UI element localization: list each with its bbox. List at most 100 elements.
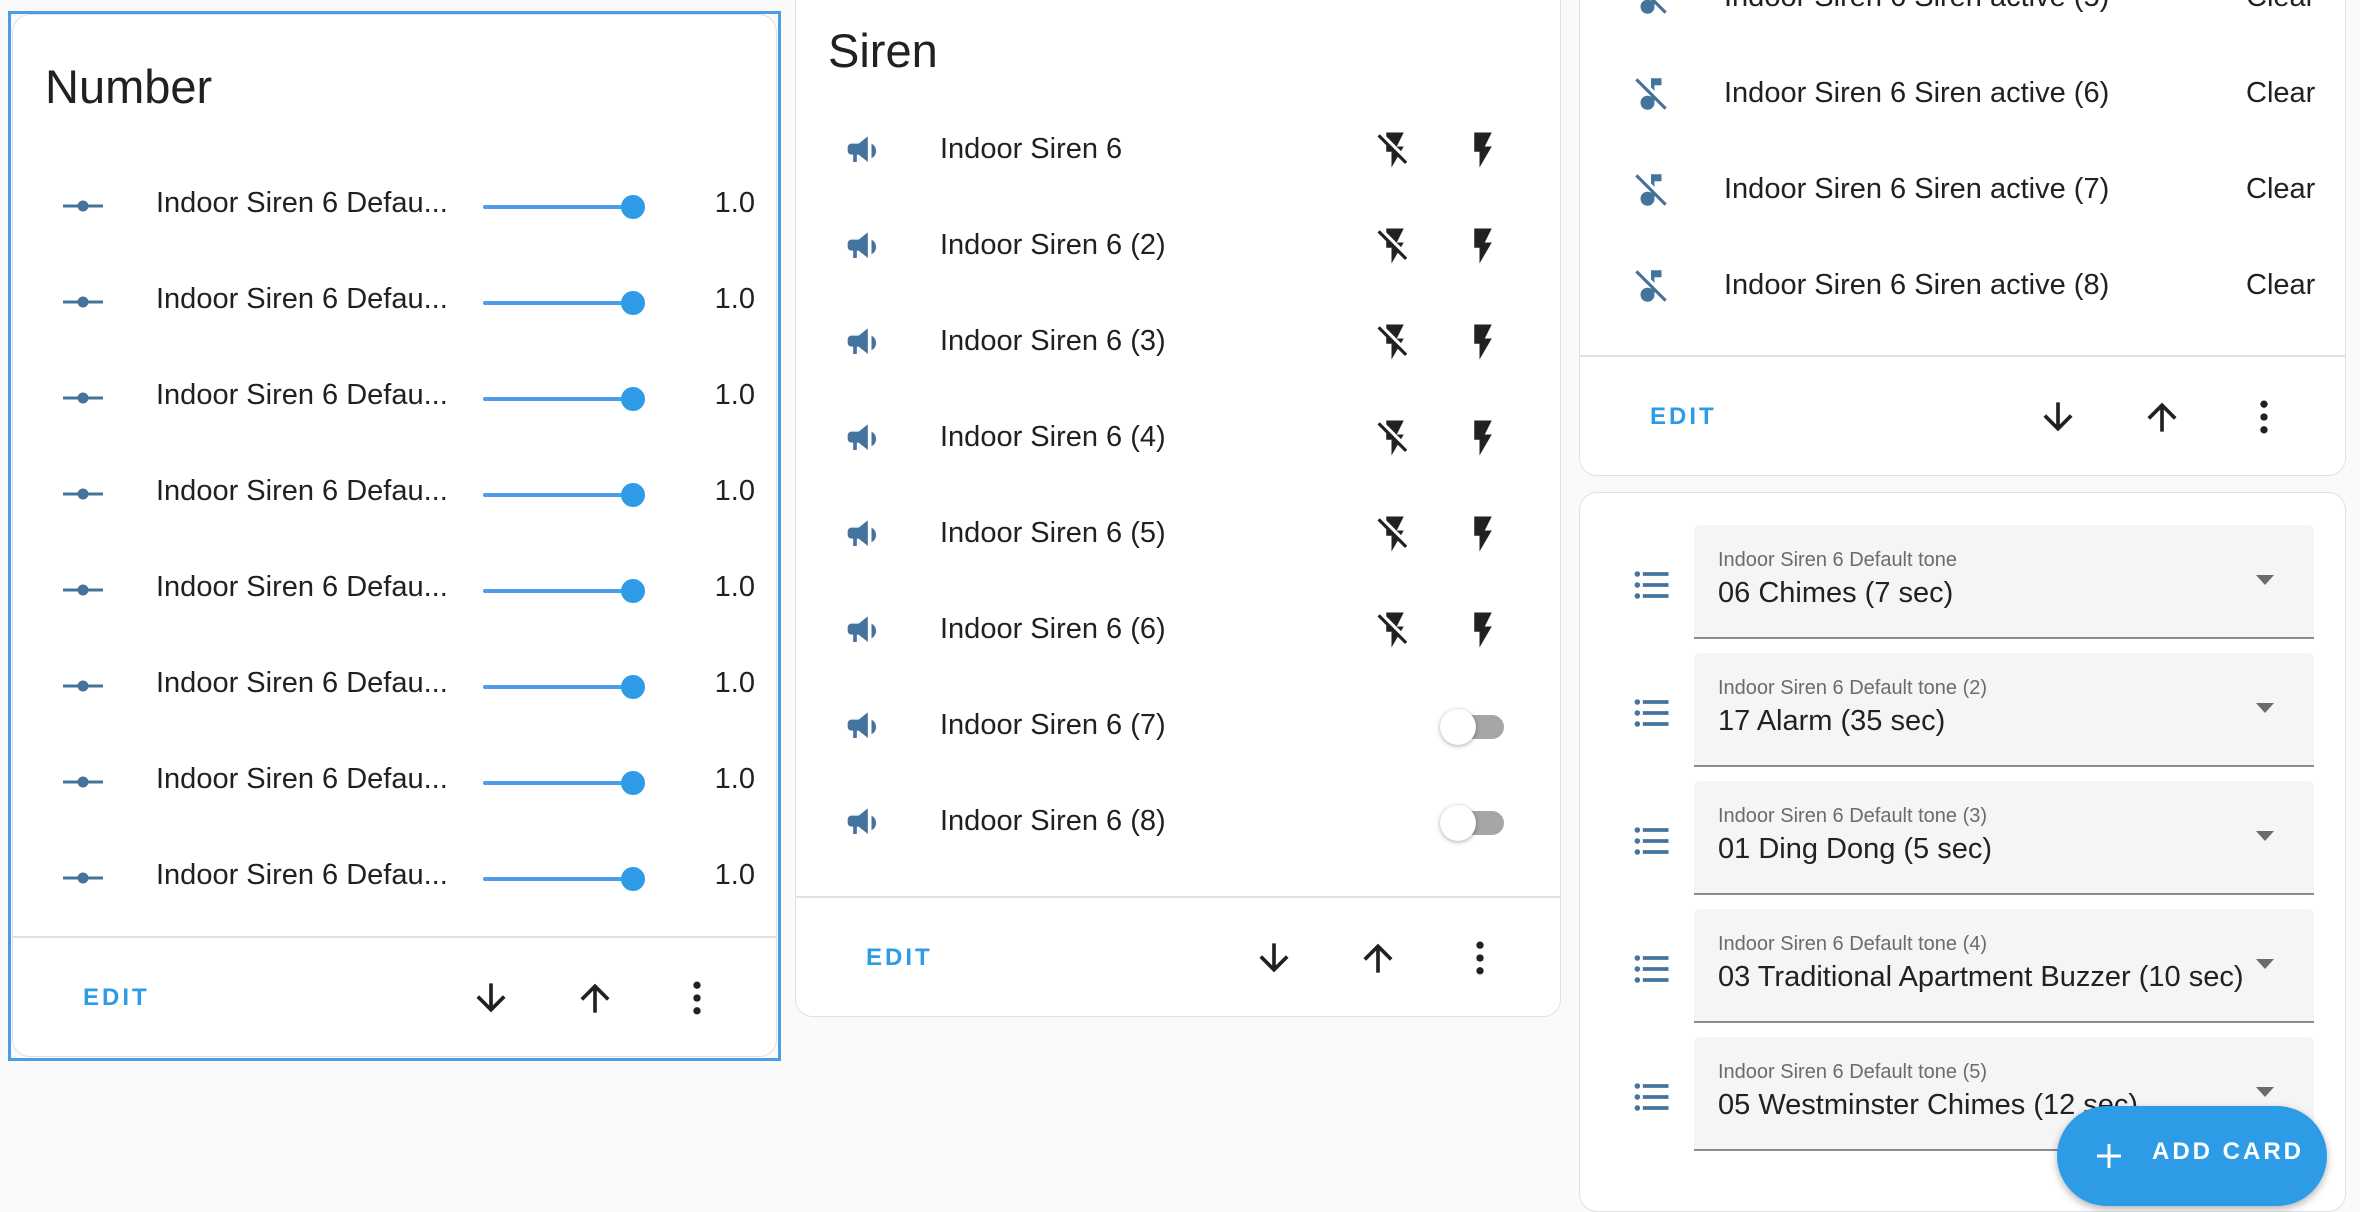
entity-name[interactable]: Indoor Siren 6 Siren active (7): [1724, 173, 2109, 206]
entity-name[interactable]: Indoor Siren 6 (4): [940, 421, 1166, 454]
select-value: 17 Alarm (35 sec): [1718, 705, 1946, 737]
flash-off-icon[interactable]: [1374, 417, 1416, 459]
card-footer: EDIT: [13, 936, 776, 1056]
slider-track[interactable]: [483, 589, 633, 593]
dropdown-arrow-icon[interactable]: [2256, 575, 2274, 585]
card-title: Number: [45, 60, 213, 113]
entity-name[interactable]: Indoor Siren 6 (5): [940, 517, 1166, 550]
arrow-down-icon[interactable]: [2036, 395, 2080, 439]
flash-icon[interactable]: [1462, 321, 1504, 363]
arrow-up-icon[interactable]: [1356, 936, 1400, 980]
entity-name[interactable]: Indoor Siren 6 Defau...: [156, 379, 448, 412]
number-row: Indoor Siren 6 Defau... 1.0: [13, 637, 776, 733]
flash-icon[interactable]: [1462, 609, 1504, 651]
slider-track[interactable]: [483, 877, 633, 881]
slider-handle[interactable]: [621, 195, 645, 219]
select-label: Indoor Siren 6 Default tone (4): [1718, 933, 1988, 955]
select-dropdown[interactable]: Indoor Siren 6 Default tone 06 Chimes (7 …: [1694, 525, 2314, 639]
slider-track[interactable]: [483, 205, 633, 209]
flash-icon[interactable]: [1462, 513, 1504, 555]
flash-off-icon[interactable]: [1374, 321, 1416, 363]
ray-vertex-icon: [63, 296, 103, 308]
entity-name[interactable]: Indoor Siren 6 Defau...: [156, 763, 448, 796]
dropdown-arrow-icon[interactable]: [2256, 1087, 2274, 1097]
arrow-up-icon[interactable]: [573, 976, 617, 1020]
card-title: Siren: [828, 24, 938, 77]
ray-vertex-icon: [63, 392, 103, 404]
slider-track[interactable]: [483, 781, 633, 785]
siren-row: Indoor Siren 6 (7): [796, 679, 1560, 775]
select-dropdown[interactable]: Indoor Siren 6 Default tone (4) 03 Tradit…: [1694, 909, 2314, 1023]
select-dropdown[interactable]: Indoor Siren 6 Default tone (2) 17 Alarm …: [1694, 653, 2314, 767]
slider-handle[interactable]: [621, 579, 645, 603]
more-vertical-icon[interactable]: [675, 976, 719, 1020]
more-vertical-icon[interactable]: [2242, 395, 2286, 439]
select-label: Indoor Siren 6 Default tone (5): [1718, 1061, 1988, 1083]
edit-button[interactable]: EDIT: [1650, 357, 1717, 475]
bullhorn-icon: [844, 609, 888, 653]
number-card: Number Indoor Siren 6 Defau... 1.0 Indoor …: [12, 14, 777, 1057]
number-row: Indoor Siren 6 Defau... 1.0: [13, 541, 776, 637]
dropdown-arrow-icon[interactable]: [2256, 831, 2274, 841]
entity-name[interactable]: Indoor Siren 6 (6): [940, 613, 1166, 646]
entity-name[interactable]: Indoor Siren 6 (3): [940, 325, 1166, 358]
edit-button[interactable]: EDIT: [83, 938, 150, 1056]
slider-track[interactable]: [483, 685, 633, 689]
entity-name[interactable]: Indoor Siren 6 Defau...: [156, 859, 448, 892]
event-row: Indoor Siren 6 Siren active (5) Clear: [1580, 0, 2345, 47]
format-list-bulleted-icon: [1630, 691, 1674, 735]
arrow-down-icon[interactable]: [1252, 936, 1296, 980]
slider-handle[interactable]: [621, 867, 645, 891]
toggle-knob[interactable]: [1440, 805, 1476, 841]
slider-handle[interactable]: [621, 675, 645, 699]
entity-name[interactable]: Indoor Siren 6 Defau...: [156, 667, 448, 700]
select-row: Indoor Siren 6 Default tone (4) 03 Tradit…: [1580, 909, 2345, 1025]
entity-name[interactable]: Indoor Siren 6 (2): [940, 229, 1166, 262]
number-value: 1.0: [714, 667, 755, 699]
entity-name[interactable]: Indoor Siren 6 Defau...: [156, 571, 448, 604]
number-value: 1.0: [714, 283, 755, 315]
toggle-knob[interactable]: [1440, 709, 1476, 745]
edit-button[interactable]: EDIT: [866, 898, 933, 1016]
flash-icon[interactable]: [1462, 417, 1504, 459]
slider-track[interactable]: [483, 301, 633, 305]
entity-name[interactable]: Indoor Siren 6 (8): [940, 805, 1166, 838]
entity-name[interactable]: Indoor Siren 6 Siren active (6): [1724, 77, 2109, 110]
flash-off-icon[interactable]: [1374, 129, 1416, 171]
number-row: Indoor Siren 6 Defau... 1.0: [13, 157, 776, 253]
slider-handle[interactable]: [621, 771, 645, 795]
select-label: Indoor Siren 6 Default tone (3): [1718, 805, 1988, 827]
more-vertical-icon[interactable]: [1458, 936, 1502, 980]
siren-row: Indoor Siren 6 (2): [796, 199, 1560, 295]
bullhorn-icon: [844, 513, 888, 557]
slider-track[interactable]: [483, 493, 633, 497]
entity-state: Clear: [2246, 173, 2316, 205]
select-row: Indoor Siren 6 Default tone (3) 01 Ding D…: [1580, 781, 2345, 897]
slider-track[interactable]: [483, 397, 633, 401]
card-footer: EDIT: [796, 896, 1560, 1016]
entity-name[interactable]: Indoor Siren 6 Siren active (8): [1724, 269, 2109, 302]
number-row: Indoor Siren 6 Defau... 1.0: [13, 829, 776, 925]
entity-name[interactable]: Indoor Siren 6 (7): [940, 709, 1166, 742]
flash-off-icon[interactable]: [1374, 225, 1416, 267]
entity-name[interactable]: Indoor Siren 6 Defau...: [156, 475, 448, 508]
add-card-button[interactable]: ADD CARD: [2057, 1106, 2327, 1206]
entity-name[interactable]: Indoor Siren 6 Siren active (5): [1724, 0, 2109, 14]
flash-icon[interactable]: [1462, 129, 1504, 171]
slider-handle[interactable]: [621, 291, 645, 315]
arrow-up-icon[interactable]: [2140, 395, 2184, 439]
siren-row: Indoor Siren 6 (4): [796, 391, 1560, 487]
flash-off-icon[interactable]: [1374, 513, 1416, 555]
flash-off-icon[interactable]: [1374, 609, 1416, 651]
dropdown-arrow-icon[interactable]: [2256, 703, 2274, 713]
entity-name[interactable]: Indoor Siren 6 Defau...: [156, 283, 448, 316]
entity-name[interactable]: Indoor Siren 6 Defau...: [156, 187, 448, 220]
flash-icon[interactable]: [1462, 225, 1504, 267]
dropdown-arrow-icon[interactable]: [2256, 959, 2274, 969]
select-dropdown[interactable]: Indoor Siren 6 Default tone (3) 01 Ding D…: [1694, 781, 2314, 895]
slider-handle[interactable]: [621, 387, 645, 411]
slider-handle[interactable]: [621, 483, 645, 507]
entity-name[interactable]: Indoor Siren 6: [940, 133, 1122, 166]
arrow-down-icon[interactable]: [469, 976, 513, 1020]
siren-card: Siren Indoor Siren 6 Indoor Siren 6 (2) In…: [795, 0, 1561, 1017]
